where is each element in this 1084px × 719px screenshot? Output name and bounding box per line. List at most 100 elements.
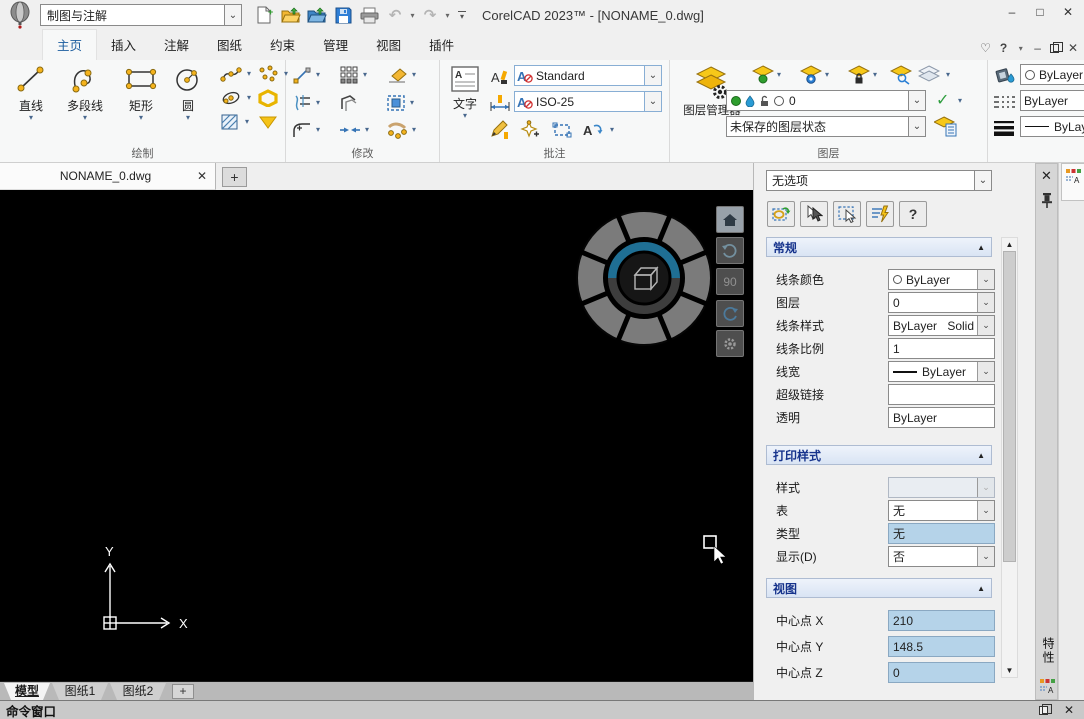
layer-state-manager-button[interactable] bbox=[934, 115, 958, 139]
doc-restore-button[interactable] bbox=[1050, 44, 1059, 53]
text-style-select[interactable]: A Standard ⌄ bbox=[514, 65, 662, 86]
tab-constraints[interactable]: 约束 bbox=[256, 30, 309, 60]
lineweight-select[interactable]: ByLayer ⌄ bbox=[888, 361, 995, 382]
document-tab-close-icon[interactable]: ✕ bbox=[189, 169, 215, 183]
spline-button[interactable]: ▾ bbox=[220, 62, 251, 86]
erase-button[interactable]: ▾ bbox=[386, 63, 433, 87]
help-button[interactable]: ? bbox=[1000, 41, 1007, 55]
chevron-down-icon[interactable]: ⌄ bbox=[644, 66, 661, 85]
sheet-tab-model[interactable]: 模型 bbox=[4, 683, 50, 700]
drawing-viewport[interactable]: 90 Y X bbox=[0, 190, 753, 681]
rectangle-button[interactable]: 矩形 ▾ bbox=[116, 60, 166, 146]
move-button[interactable]: ▾ bbox=[292, 63, 339, 87]
section-view-header[interactable]: 视图 ▲ bbox=[766, 578, 992, 598]
section-printstyle-header[interactable]: 打印样式 ▲ bbox=[766, 445, 992, 465]
chevron-down-icon[interactable]: ⌄ bbox=[977, 501, 994, 520]
tab-plugins[interactable]: 插件 bbox=[415, 30, 468, 60]
chevron-down-icon[interactable]: ▾ bbox=[946, 71, 950, 79]
layer-hide-button[interactable]: ▾ bbox=[752, 63, 781, 87]
fill-color-button[interactable] bbox=[994, 64, 1016, 88]
save-button[interactable] bbox=[330, 3, 356, 27]
redo-button[interactable]: ↷ bbox=[417, 3, 443, 27]
print-button[interactable] bbox=[356, 3, 382, 27]
tab-home[interactable]: 主页 bbox=[42, 29, 97, 60]
entity-lineweight-select[interactable]: ByLayer bbox=[1020, 116, 1084, 137]
palette-close-icon[interactable]: ✕ bbox=[1036, 168, 1057, 184]
chevron-down-icon[interactable]: ⌄ bbox=[224, 5, 241, 25]
polygon-button[interactable] bbox=[257, 86, 288, 110]
select-cursor-button[interactable] bbox=[800, 201, 828, 227]
layer-isolate-button[interactable]: ▾ bbox=[800, 63, 829, 87]
collapse-icon[interactable]: ▲ bbox=[977, 451, 985, 460]
point-button[interactable]: ▾ bbox=[257, 62, 288, 86]
tab-insert[interactable]: 插入 bbox=[97, 30, 150, 60]
transparency-input[interactable]: ByLayer bbox=[888, 407, 995, 428]
center-x-input[interactable]: 210 bbox=[888, 610, 995, 631]
chevron-down-icon[interactable]: ⌄ bbox=[977, 316, 994, 335]
sheet-tab-sheet2[interactable]: 图纸2 bbox=[110, 683, 166, 700]
offset-button[interactable] bbox=[339, 91, 386, 115]
select-box-button[interactable] bbox=[833, 201, 861, 227]
smart-dimension-button[interactable] bbox=[520, 118, 540, 142]
customize-toolbar-button[interactable]: ▾ bbox=[458, 11, 466, 19]
chevron-down-icon[interactable]: ⌄ bbox=[977, 362, 994, 381]
linecolor-select[interactable]: ByLayer ⌄ bbox=[888, 269, 995, 290]
chevron-down-icon[interactable]: ▾ bbox=[316, 126, 320, 134]
chevron-down-icon[interactable]: ▾ bbox=[83, 114, 87, 122]
chevron-down-icon[interactable]: ▾ bbox=[412, 126, 416, 134]
help-dropdown-icon[interactable]: ▾ bbox=[1016, 44, 1025, 53]
rotate-angle-button[interactable]: 90 bbox=[716, 268, 744, 295]
layer-tools-button[interactable]: ▾ bbox=[918, 63, 950, 87]
chevron-down-icon[interactable]: ▾ bbox=[247, 94, 251, 102]
collapse-icon[interactable]: ▲ bbox=[977, 243, 985, 252]
grips-button[interactable]: ▾ bbox=[386, 118, 433, 142]
chevron-down-icon[interactable]: ▾ bbox=[186, 114, 190, 122]
quick-select-button[interactable] bbox=[866, 201, 894, 227]
rotate-cw-button[interactable] bbox=[716, 300, 744, 327]
solid-fill-button[interactable] bbox=[257, 110, 288, 134]
chevron-down-icon[interactable]: ⌄ bbox=[977, 547, 994, 566]
chevron-down-icon[interactable]: ⌄ bbox=[908, 91, 925, 110]
selection-filter-select[interactable]: 无选项 ⌄ bbox=[766, 170, 992, 191]
chevron-down-icon[interactable]: ▾ bbox=[410, 99, 414, 107]
apply-check-icon[interactable]: ✓ bbox=[936, 90, 949, 110]
chevron-down-icon[interactable]: ▾ bbox=[139, 114, 143, 122]
tab-sheet[interactable]: 图纸 bbox=[203, 30, 256, 60]
text-button[interactable]: A 文字 ▾ bbox=[444, 62, 486, 120]
close-button[interactable]: ✕ bbox=[1054, 0, 1082, 24]
chevron-down-icon[interactable]: ▾ bbox=[958, 97, 962, 105]
edit-annotation-button[interactable] bbox=[488, 118, 510, 142]
dimension-style-select[interactable]: A ISO-25 ⌄ bbox=[514, 91, 662, 112]
tab-annotate[interactable]: 注解 bbox=[150, 30, 203, 60]
chevron-down-icon[interactable]: ▾ bbox=[245, 118, 249, 126]
center-y-input[interactable]: 148.5 bbox=[888, 636, 995, 657]
undo-button[interactable]: ↶ bbox=[382, 3, 408, 27]
linestyle-select[interactable]: ByLayer Solid ⌄ bbox=[888, 315, 995, 336]
layer-state-select[interactable]: 未保存的图层状态 ⌄ bbox=[726, 116, 926, 137]
chevron-down-icon[interactable]: ▾ bbox=[316, 71, 320, 79]
add-sheet-button[interactable]: + bbox=[172, 684, 194, 699]
open-file-button[interactable] bbox=[278, 3, 304, 27]
select-matching-button[interactable] bbox=[767, 201, 795, 227]
collapse-icon[interactable]: ▲ bbox=[977, 584, 985, 593]
hatch-button[interactable]: ▾ bbox=[220, 110, 251, 134]
minimize-button[interactable]: – bbox=[998, 0, 1026, 24]
text-width-button[interactable] bbox=[490, 91, 510, 115]
chevron-down-icon[interactable]: ⌄ bbox=[977, 293, 994, 312]
chevron-down-icon[interactable]: ⌄ bbox=[974, 171, 991, 190]
chevron-down-icon[interactable]: ▾ bbox=[29, 114, 33, 122]
array-button[interactable]: ▾ bbox=[339, 63, 386, 87]
circle-button[interactable]: 圆 ▾ bbox=[166, 60, 210, 146]
redo-dropdown-icon[interactable]: ▾ bbox=[443, 11, 452, 20]
layer-lock-button[interactable]: ▾ bbox=[848, 63, 877, 87]
wheel-settings-button[interactable] bbox=[716, 330, 744, 357]
new-document-tab-button[interactable]: + bbox=[222, 167, 247, 187]
sheet-tab-sheet1[interactable]: 图纸1 bbox=[52, 683, 108, 700]
center-z-input[interactable]: 0 bbox=[888, 662, 995, 683]
join-button[interactable]: ▾ bbox=[339, 118, 386, 142]
rotate-ccw-button[interactable] bbox=[716, 237, 744, 264]
feedback-heart-icon[interactable]: ♡ bbox=[980, 41, 991, 55]
chevron-down-icon[interactable]: ▾ bbox=[825, 71, 829, 79]
layer-preview-button[interactable] bbox=[890, 63, 912, 87]
chevron-down-icon[interactable]: ▾ bbox=[365, 126, 369, 134]
